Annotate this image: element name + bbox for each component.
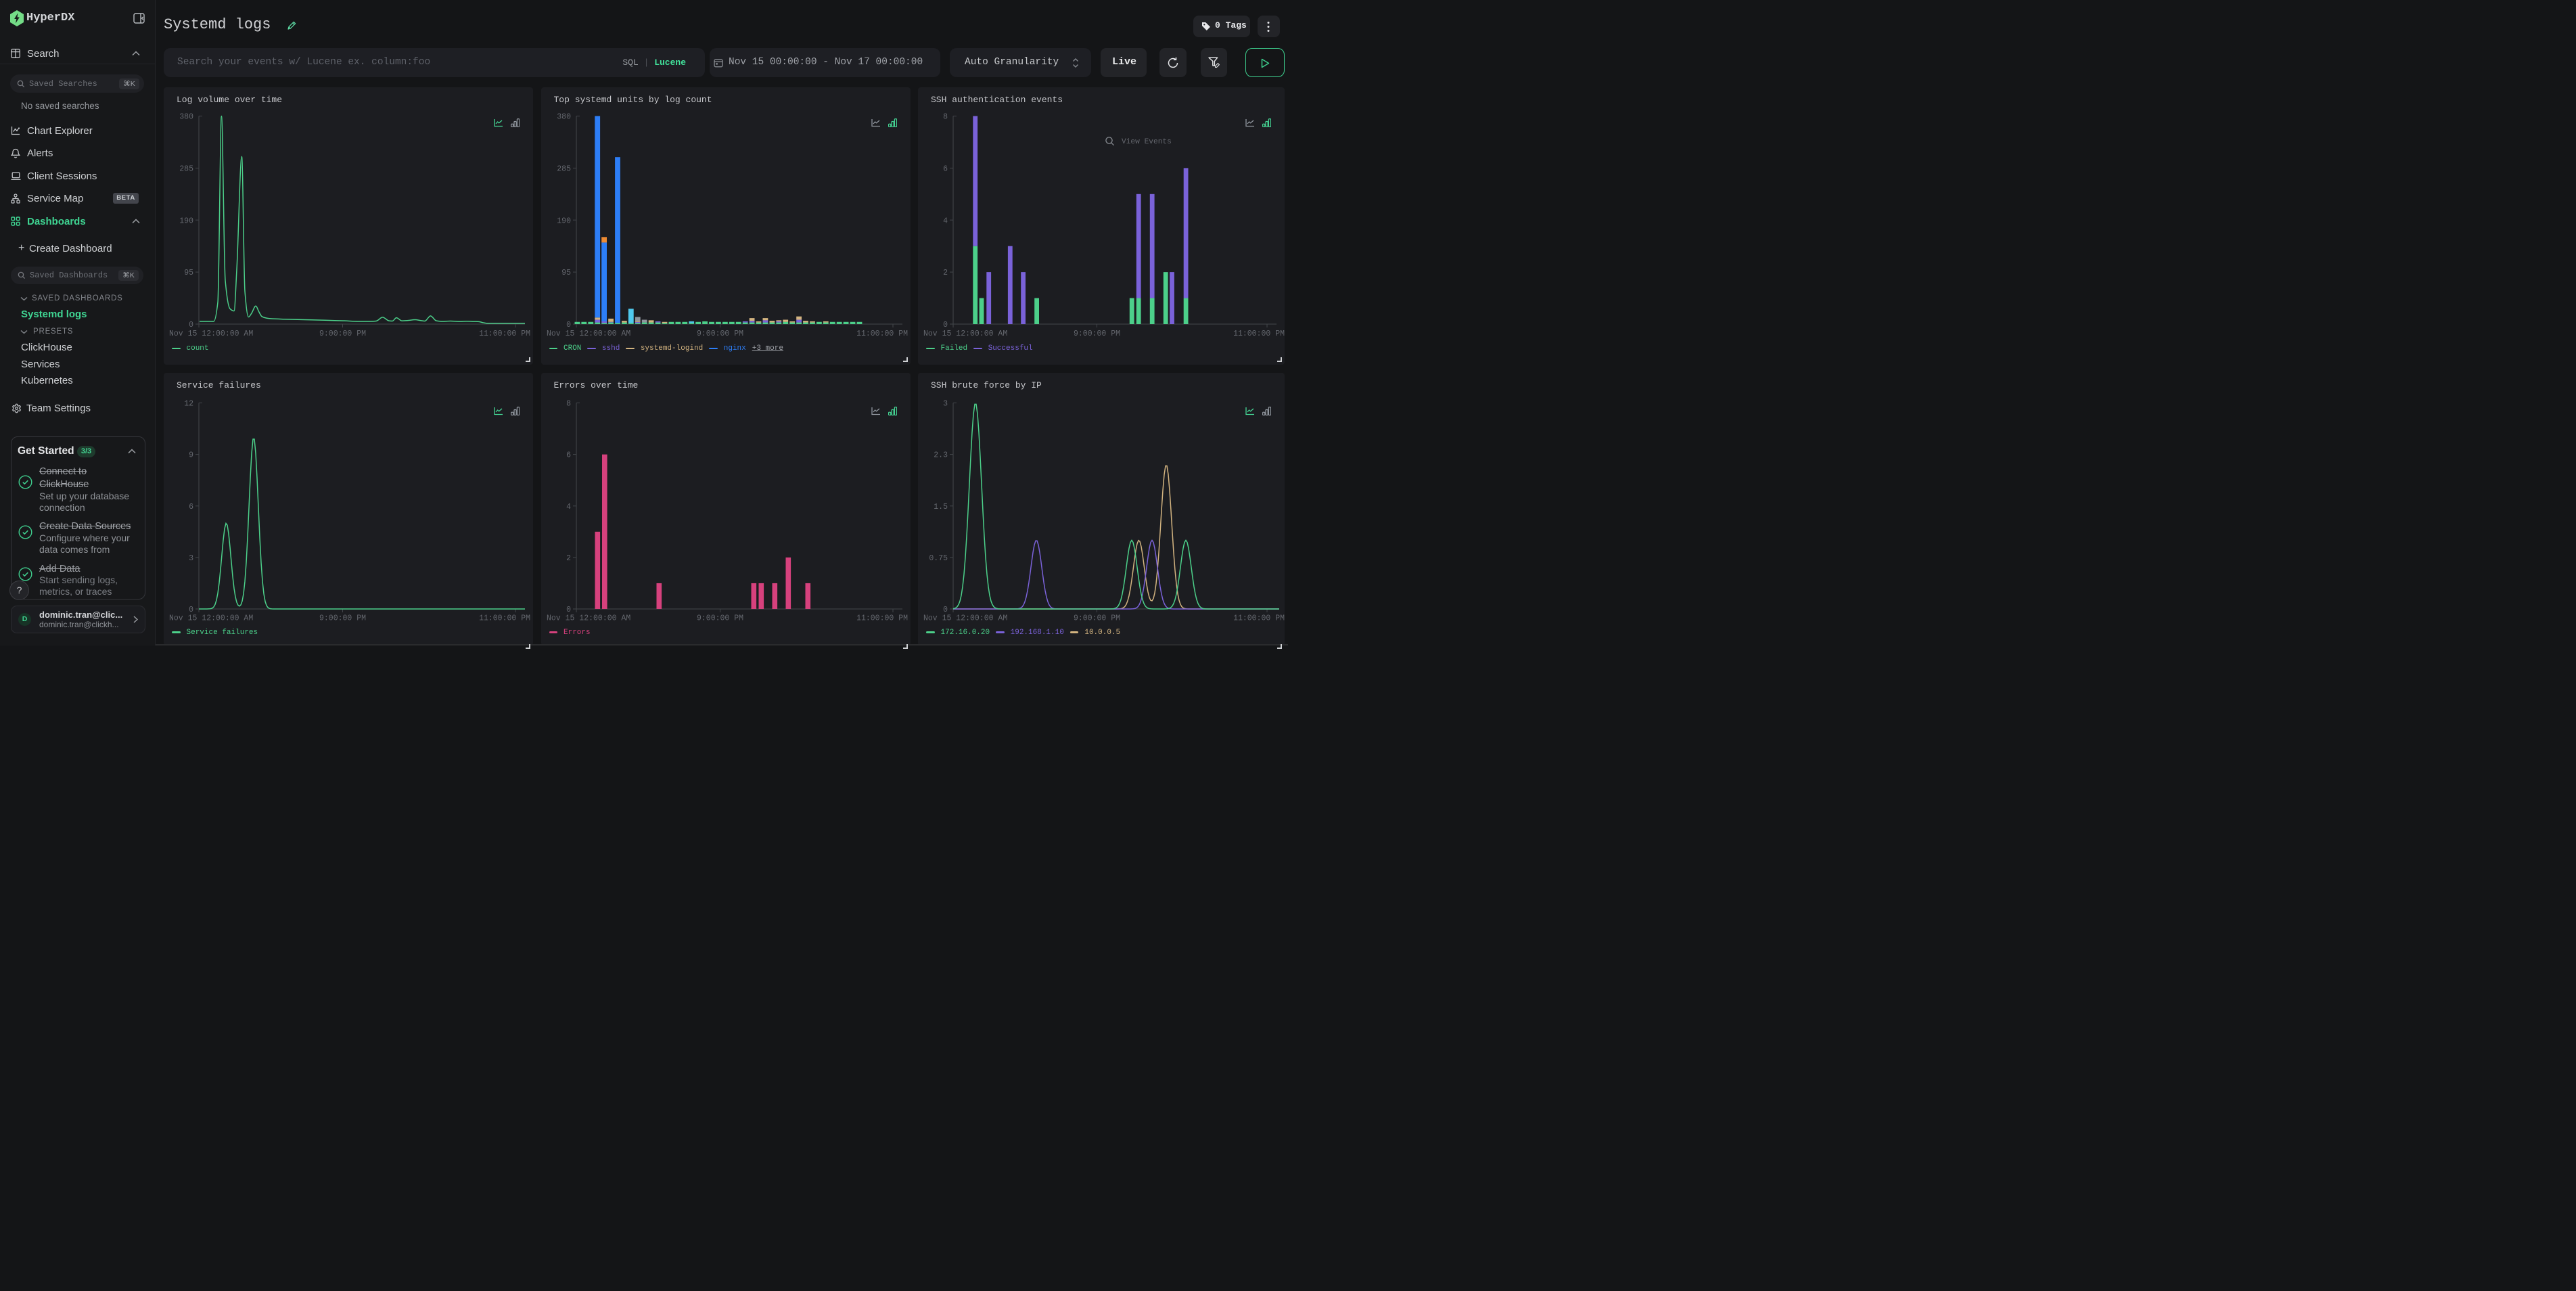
- svg-text:190: 190: [557, 217, 571, 225]
- svg-text:2: 2: [566, 553, 571, 562]
- svg-text:Nov 15 12:00:00 AM: Nov 15 12:00:00 AM: [547, 614, 630, 622]
- svg-text:285: 285: [557, 164, 571, 173]
- svg-text:9: 9: [189, 451, 193, 459]
- svg-text:95: 95: [184, 269, 193, 277]
- svg-text:190: 190: [179, 217, 193, 225]
- svg-text:9:00:00 PM: 9:00:00 PM: [1074, 330, 1120, 338]
- svg-text:9:00:00 PM: 9:00:00 PM: [1074, 614, 1120, 622]
- svg-text:11:00:00 PM: 11:00:00 PM: [479, 614, 530, 622]
- svg-text:11:00:00 PM: 11:00:00 PM: [1233, 330, 1285, 338]
- svg-text:9:00:00 PM: 9:00:00 PM: [319, 614, 366, 622]
- svg-text:Nov 15 12:00:00 AM: Nov 15 12:00:00 AM: [923, 330, 1007, 338]
- svg-text:3: 3: [943, 399, 948, 408]
- svg-text:380: 380: [179, 113, 193, 122]
- svg-text:0: 0: [943, 606, 948, 614]
- svg-text:9:00:00 PM: 9:00:00 PM: [696, 614, 743, 622]
- svg-text:Nov 15 12:00:00 AM: Nov 15 12:00:00 AM: [169, 330, 253, 338]
- svg-text:6: 6: [943, 164, 948, 173]
- svg-text:0: 0: [189, 321, 193, 330]
- svg-text:3: 3: [189, 553, 193, 562]
- svg-text:Nov 15 12:00:00 AM: Nov 15 12:00:00 AM: [547, 330, 630, 338]
- svg-text:Nov 15 12:00:00 AM: Nov 15 12:00:00 AM: [923, 614, 1007, 622]
- svg-text:2.3: 2.3: [934, 451, 948, 459]
- svg-text:6: 6: [566, 451, 571, 459]
- svg-text:6: 6: [189, 502, 193, 511]
- svg-text:4: 4: [943, 217, 948, 225]
- svg-text:12: 12: [184, 399, 193, 408]
- svg-text:8: 8: [943, 113, 948, 122]
- svg-text:2: 2: [943, 269, 948, 277]
- svg-text:380: 380: [557, 113, 571, 122]
- svg-text:9:00:00 PM: 9:00:00 PM: [319, 330, 366, 338]
- svg-text:0: 0: [566, 606, 571, 614]
- svg-text:Nov 15 12:00:00 AM: Nov 15 12:00:00 AM: [169, 614, 253, 622]
- svg-text:1.5: 1.5: [934, 502, 948, 511]
- svg-text:285: 285: [179, 164, 193, 173]
- svg-text:View Events: View Events: [1122, 138, 1172, 146]
- svg-text:0: 0: [189, 606, 193, 614]
- svg-text:0.75: 0.75: [929, 553, 948, 562]
- svg-text:4: 4: [566, 502, 571, 511]
- svg-text:0: 0: [943, 321, 948, 330]
- svg-text:11:00:00 PM: 11:00:00 PM: [479, 330, 530, 338]
- svg-text:11:00:00 PM: 11:00:00 PM: [856, 330, 908, 338]
- svg-text:0: 0: [566, 321, 571, 330]
- svg-text:11:00:00 PM: 11:00:00 PM: [856, 614, 908, 622]
- svg-text:8: 8: [566, 399, 571, 408]
- svg-text:9:00:00 PM: 9:00:00 PM: [696, 330, 743, 338]
- svg-text:95: 95: [561, 269, 571, 277]
- svg-text:11:00:00 PM: 11:00:00 PM: [1233, 614, 1285, 622]
